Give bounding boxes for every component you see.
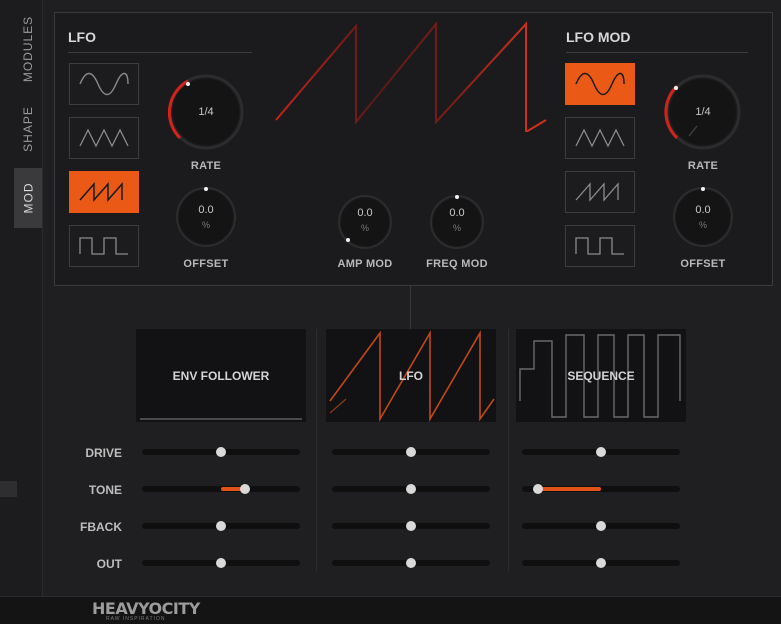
slider-thumb[interactable] (406, 521, 416, 531)
amp-mod-knob-graphic (338, 195, 392, 249)
lfo-shape-triangle[interactable] (69, 117, 139, 159)
panel-connector-line (410, 285, 411, 329)
row-label-out: OUT (96, 557, 122, 571)
lfo-mod-rate-label: RATE (687, 160, 719, 172)
slider-tone-sequence[interactable] (522, 484, 680, 494)
lfo-offset-knob[interactable]: 0.0 % (175, 186, 237, 248)
column-divider-2 (508, 329, 509, 572)
lfo-mod-offset-unit: % (698, 220, 707, 230)
lfo-mod-shape-square[interactable] (565, 225, 635, 267)
lfo-shape-sine[interactable] (69, 63, 139, 105)
slider-drive-env-follower[interactable] (142, 447, 300, 457)
row-label-fback: FBACK (80, 520, 122, 534)
slider-thumb[interactable] (239, 484, 250, 494)
tab-mod-label: MOD (21, 182, 35, 214)
freq-mod-knob-graphic (430, 195, 484, 249)
amp-mod-value: 0.0 (357, 207, 373, 219)
slider-thumb[interactable] (406, 558, 416, 568)
freq-mod-unit: % (452, 223, 461, 233)
lfo-rate-knob[interactable]: 1/4 (166, 72, 246, 152)
sine-wave-icon (575, 72, 625, 96)
lfo-mod-offset-label: OFFSET (680, 258, 726, 270)
lfo-rate-value: 1/4 (198, 106, 214, 118)
lfo-mod-rate-value: 1/4 (695, 106, 711, 118)
slider-thumb[interactable] (216, 521, 226, 531)
slider-thumb[interactable] (216, 447, 226, 457)
amp-mod-knob[interactable]: 0.0 % (337, 194, 393, 250)
lfo-mod-shape-sawtooth[interactable] (565, 171, 635, 213)
lfo-mod-title: LFO MOD (566, 29, 631, 45)
tab-shape[interactable]: SHAPE (14, 96, 42, 162)
lfo-rate-label: RATE (190, 160, 222, 172)
lfo-title: LFO (68, 29, 96, 45)
sawtooth-wave-icon (79, 182, 123, 202)
slider-out-sequence[interactable] (522, 558, 680, 568)
lfo-offset-knob-graphic (176, 187, 236, 247)
lfo-offset-unit: % (201, 220, 210, 230)
lfo-offset-label: OFFSET (183, 258, 229, 270)
slider-thumb[interactable] (532, 484, 543, 494)
tab-shape-label: SHAPE (21, 106, 35, 152)
env-follower-label: ENV FOLLOWER (172, 369, 270, 383)
slider-fill (537, 487, 601, 491)
lfo-card-label: LFO (399, 369, 423, 383)
freq-mod-knob[interactable]: 0.0 % (429, 194, 485, 250)
slider-fback-lfo[interactable] (332, 521, 490, 531)
modulator-card-sequence[interactable]: SEQUENCE (516, 329, 686, 422)
lfo-mod-shape-sine[interactable] (565, 63, 635, 105)
slider-out-env-follower[interactable] (142, 558, 300, 568)
amp-mod-label: AMP MOD (337, 258, 393, 270)
square-wave-icon (79, 237, 128, 255)
row-label-drive: DRIVE (85, 446, 122, 460)
sequence-card-label: SEQUENCE (567, 369, 635, 383)
slider-fback-env-follower[interactable] (142, 521, 300, 531)
lfo-mod-offset-knob-graphic (673, 187, 733, 247)
modulator-card-env-follower[interactable]: ENV FOLLOWER (136, 329, 306, 422)
sidebar: MODULES SHAPE MOD (0, 0, 43, 596)
tab-modules[interactable]: MODULES (14, 10, 42, 88)
freq-mod-value: 0.0 (449, 207, 465, 219)
lfo-shape-square[interactable] (69, 225, 139, 267)
lfo-title-divider (68, 52, 252, 53)
square-wave-icon (575, 237, 624, 255)
footer: HEAVYOCITY RAW INSPIRATION (0, 596, 781, 624)
lfo-mod-rate-knob[interactable]: 1/4 (663, 72, 743, 152)
slider-thumb[interactable] (596, 447, 606, 457)
lfo-mod-offset-value: 0.0 (695, 204, 711, 216)
lfo-mod-shape-triangle[interactable] (565, 117, 635, 159)
column-divider-1 (316, 329, 317, 572)
heavyocity-tagline: RAW INSPIRATION (106, 616, 166, 622)
triangle-wave-icon (79, 128, 129, 148)
lfo-waveform-display (275, 21, 547, 132)
sidebar-marker (0, 481, 17, 497)
slider-tone-env-follower[interactable] (142, 484, 300, 494)
amp-mod-unit: % (360, 223, 369, 233)
env-follower-meter (140, 418, 302, 420)
triangle-wave-icon (575, 128, 625, 148)
lfo-mod-title-divider (566, 52, 748, 53)
modulator-card-lfo[interactable]: LFO (326, 329, 496, 422)
lfo-shape-sawtooth[interactable] (69, 171, 139, 213)
slider-thumb[interactable] (596, 558, 606, 568)
slider-tone-lfo[interactable] (332, 484, 490, 494)
sawtooth-wave-icon (575, 182, 619, 202)
slider-out-lfo[interactable] (332, 558, 490, 568)
slider-fback-sequence[interactable] (522, 521, 680, 531)
slider-thumb[interactable] (406, 484, 416, 494)
slider-drive-sequence[interactable] (522, 447, 680, 457)
slider-drive-lfo[interactable] (332, 447, 490, 457)
sine-wave-icon (79, 72, 129, 96)
tab-mod[interactable]: MOD (14, 168, 42, 228)
lfo-offset-value: 0.0 (198, 204, 214, 216)
row-label-tone: TONE (88, 483, 122, 497)
lfo-mod-offset-knob[interactable]: 0.0 % (672, 186, 734, 248)
slider-thumb[interactable] (596, 521, 606, 531)
freq-mod-label: FREQ MOD (426, 258, 488, 270)
slider-thumb[interactable] (406, 447, 416, 457)
tab-modules-label: MODULES (21, 15, 35, 83)
slider-thumb[interactable] (216, 558, 226, 568)
